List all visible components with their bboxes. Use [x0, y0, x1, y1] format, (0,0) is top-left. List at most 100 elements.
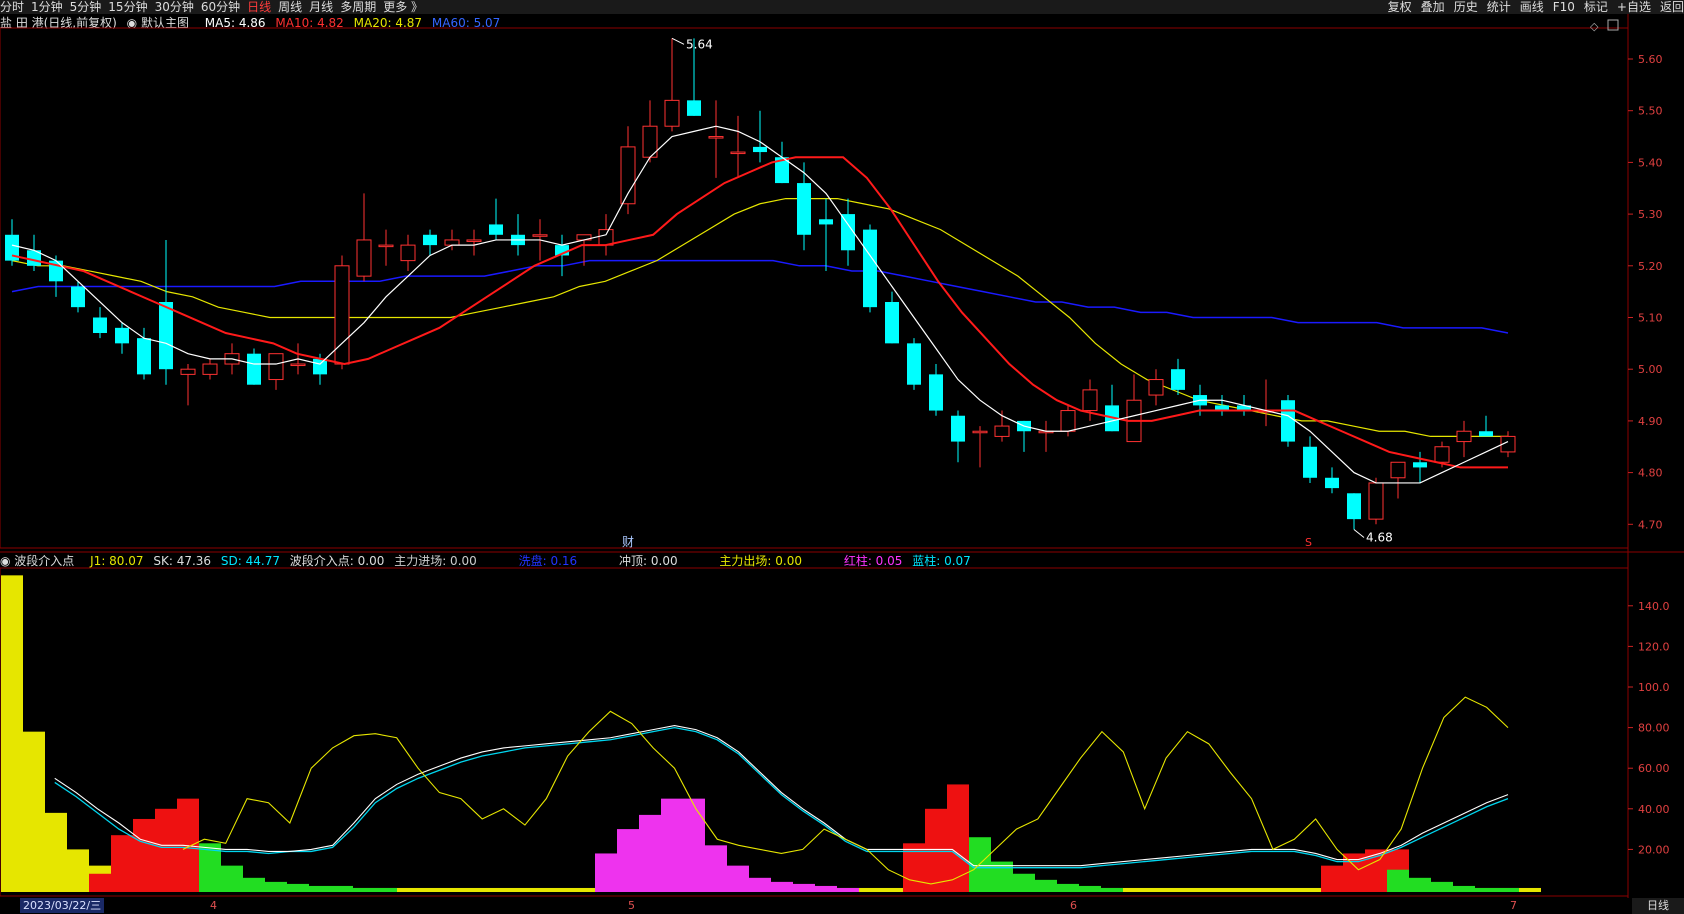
osc-bar-green	[1431, 881, 1453, 892]
ma60-line	[11, 259, 1509, 334]
candle-body-down	[929, 374, 943, 411]
osc-bar-green	[1409, 877, 1431, 892]
price-tick-label: 5.60	[1638, 53, 1663, 66]
candle-body-down	[115, 327, 129, 344]
candle-body-up	[532, 234, 548, 237]
month-label-6: 6	[1070, 899, 1077, 912]
high-marker-line	[671, 37, 685, 45]
candle-body-up	[356, 239, 372, 277]
candle-body-down	[1171, 369, 1185, 390]
candle-body-up	[730, 151, 746, 155]
main-panel-frame	[0, 27, 1629, 549]
osc-bar-magenta	[595, 853, 617, 892]
osc-bar-yellow	[397, 887, 419, 892]
osc-bar-red	[133, 818, 155, 892]
candle-body-up	[598, 229, 614, 246]
osc-bar-green	[1497, 887, 1519, 892]
osc-bar-green	[375, 887, 397, 892]
candle-body-down	[863, 229, 877, 308]
osc-bar-green	[287, 883, 309, 892]
candle-body-down	[313, 358, 327, 375]
candle-body-up	[444, 239, 460, 246]
osc-bar-yellow	[1277, 887, 1299, 892]
osc-bar-red	[1365, 849, 1387, 892]
candle-body-down	[137, 338, 151, 375]
month-label-4: 4	[210, 899, 217, 912]
candle-body-down	[687, 100, 701, 116]
osc-tick-label: 120.0	[1638, 640, 1670, 653]
osc-bar-magenta	[771, 881, 793, 892]
osc-bar-magenta	[727, 865, 749, 892]
candle-body-up	[290, 363, 306, 367]
osc-bar-red	[925, 808, 947, 892]
osc-bar-yellow	[1, 575, 23, 892]
osc-bar-green	[1387, 869, 1409, 892]
candle-body-down	[247, 353, 261, 385]
osc-bar-green	[353, 887, 375, 892]
osc-bar-yellow	[859, 887, 881, 892]
signal-s-marker: S	[1305, 536, 1312, 549]
osc-bar-red	[903, 843, 925, 892]
date-axis: 2023/03/22/三 4 5 6 7 日线	[0, 898, 1684, 914]
price-tick-label: 5.00	[1638, 363, 1663, 376]
osc-bar-red	[89, 873, 111, 892]
candle-body-up	[620, 146, 636, 205]
price-tick-label: 5.50	[1638, 105, 1663, 118]
osc-bar-green	[331, 885, 353, 892]
candle-body-up	[1368, 482, 1384, 520]
price-tick-label: 4.90	[1638, 415, 1663, 428]
candle-body-down	[489, 224, 503, 235]
candle-body-up	[1082, 389, 1098, 412]
osc-bar-green	[1057, 883, 1079, 892]
osc-bar-magenta	[749, 877, 771, 892]
osc-bar-red	[155, 808, 177, 892]
candle-body-up	[400, 244, 416, 262]
osc-bar-magenta	[793, 883, 815, 892]
candle-body-up	[664, 99, 680, 127]
osc-bar-yellow	[1519, 887, 1541, 892]
sk-line	[54, 725, 1509, 867]
osc-tick-label: 80.00	[1638, 722, 1670, 735]
osc-tick-label: 140.0	[1638, 600, 1670, 613]
period-selector[interactable]: 日线	[1632, 898, 1684, 914]
candle-body-up	[1434, 446, 1450, 463]
osc-bar-green	[265, 881, 287, 892]
osc-bar-yellow	[67, 849, 89, 892]
month-label-7: 7	[1510, 899, 1517, 912]
osc-bar-yellow	[485, 887, 507, 892]
low-price-label: 4.68	[1366, 530, 1393, 544]
candle-body-up	[202, 363, 218, 375]
osc-bar-yellow	[441, 887, 463, 892]
price-tick-label: 5.20	[1638, 260, 1663, 273]
osc-bar-yellow	[1167, 887, 1189, 892]
osc-bar-green	[1013, 873, 1035, 892]
osc-bar-green	[1453, 885, 1475, 892]
osc-bar-magenta	[683, 798, 705, 892]
month-label-5: 5	[628, 899, 635, 912]
candle-body-down	[907, 343, 921, 385]
osc-bar-yellow	[551, 887, 573, 892]
earnings-marker: 财	[622, 535, 634, 549]
candle-body-up	[1390, 461, 1406, 479]
osc-bar-yellow	[419, 887, 441, 892]
osc-bar-yellow	[1189, 887, 1211, 892]
osc-bar-green	[1079, 885, 1101, 892]
osc-bar-yellow	[45, 812, 67, 892]
osc-bar-green	[1101, 887, 1123, 892]
price-tick-label: 5.30	[1638, 208, 1663, 221]
osc-bar-red	[947, 784, 969, 892]
candle-body-down	[1347, 493, 1361, 520]
osc-bar-yellow	[507, 887, 529, 892]
j1-line	[182, 696, 1509, 885]
candle-body-down	[71, 286, 85, 308]
kline-chart[interactable]: 5.60 5.50 5.40 5.30 5.20 5.10 5.00 4.90 4.80 4.70…	[0, 0, 1684, 898]
price-tick-label: 5.40	[1638, 156, 1663, 169]
osc-bar-yellow	[1233, 887, 1255, 892]
candle-body-down	[159, 301, 173, 370]
osc-bar-green	[309, 885, 331, 892]
crosshair-date: 2023/03/22/三	[20, 898, 105, 913]
price-tick-label: 5.10	[1638, 312, 1663, 325]
candle-body-up	[268, 353, 284, 381]
osc-bar-yellow	[573, 887, 595, 892]
indicator-panel-frame	[0, 567, 1629, 897]
